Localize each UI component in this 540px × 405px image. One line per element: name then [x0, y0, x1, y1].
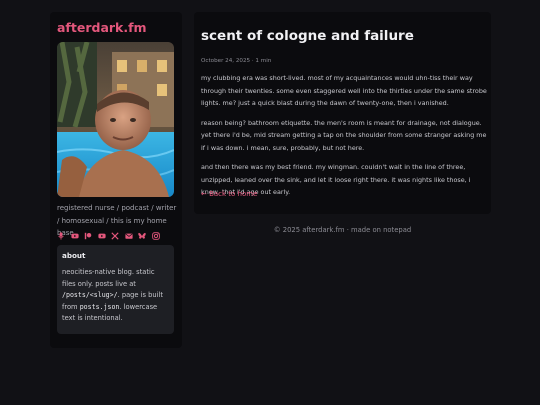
site-title[interactable]: afterdark.fm [57, 20, 147, 35]
patreon-icon[interactable] [84, 230, 98, 242]
post-paragraph: reason being? bathroom etiquette. the me… [201, 118, 487, 152]
instagram-icon[interactable] [151, 230, 166, 242]
microphone-icon[interactable] [57, 230, 71, 242]
about-card: about neocities-native blog. static file… [57, 245, 174, 334]
back-to-home-link[interactable]: ← Back to home [201, 190, 257, 198]
x-icon[interactable] [111, 230, 125, 242]
post-title: scent of cologne and failure [201, 28, 414, 44]
youtube-icon[interactable] [70, 230, 85, 242]
post-body: my clubbing era was short-lived. most of… [201, 72, 487, 206]
email-icon[interactable] [124, 230, 139, 242]
social-links [57, 230, 177, 242]
footer: © 2025 afterdark.fm · made on notepad [273, 226, 412, 234]
about-heading: about [62, 251, 86, 260]
about-text-part: neocities-native blog. static files only… [62, 268, 155, 288]
post-panel: scent of cologne and failure October 24,… [194, 12, 491, 214]
about-text: neocities-native blog. static files only… [62, 267, 169, 325]
posts-path-code: /posts/<slug>/ [62, 291, 118, 299]
sidebar: afterdark.fm registered nurse / podcast … [50, 12, 182, 348]
bluesky-icon[interactable] [138, 230, 152, 242]
post-meta: October 24, 2025 · 1 min [201, 58, 272, 64]
youtube-alt-icon[interactable] [97, 230, 112, 242]
profile-photo [57, 42, 174, 197]
post-paragraph: my clubbing era was short-lived. most of… [201, 74, 487, 107]
posts-json-code: posts.json [79, 302, 120, 311]
